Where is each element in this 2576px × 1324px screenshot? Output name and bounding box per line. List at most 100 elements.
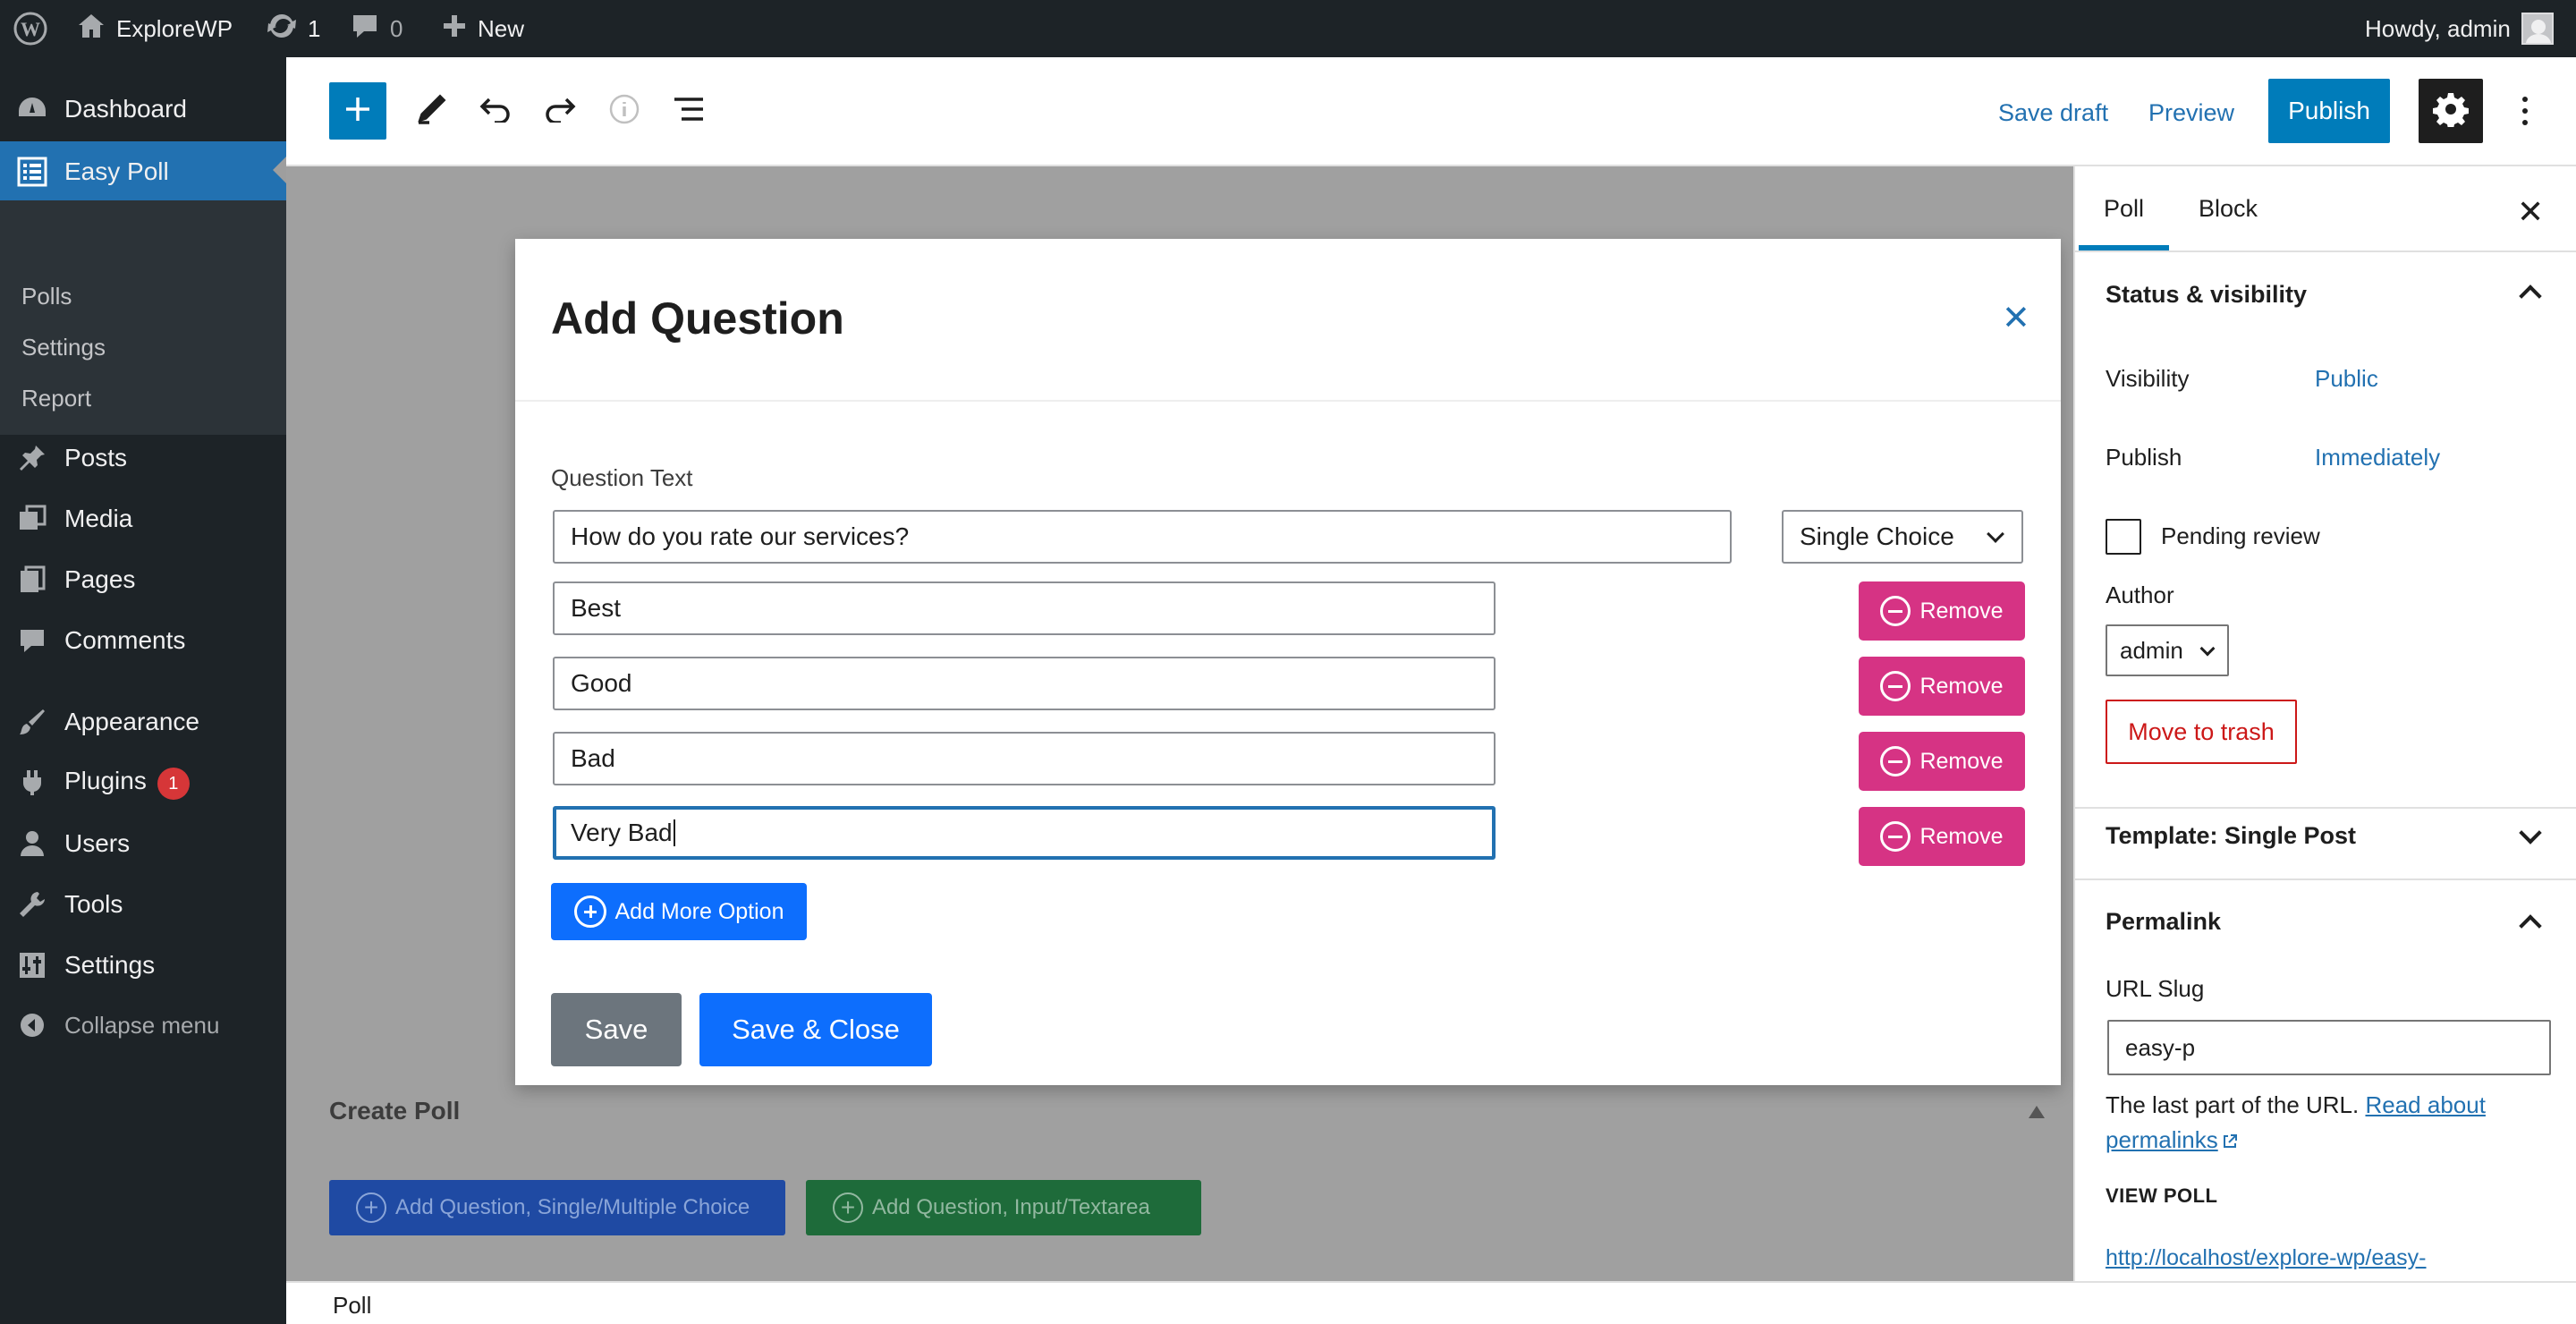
editor-header: Save draft Preview Publish	[286, 57, 2576, 166]
chevron-down-icon	[2199, 641, 2216, 657]
minus-circle-icon	[1880, 596, 1911, 626]
wrench-icon	[16, 888, 48, 921]
pin-icon	[16, 442, 48, 474]
menu-media[interactable]: Media	[0, 490, 286, 547]
move-to-trash-button[interactable]: Move to trash	[2106, 700, 2297, 764]
question-type-select[interactable]: Single Choice	[1782, 510, 2023, 564]
visibility-value[interactable]: Public	[2315, 365, 2378, 393]
menu-users[interactable]: Users	[0, 815, 286, 872]
menu-plugins[interactable]: Plugins 1	[0, 754, 286, 811]
visibility-label: Visibility	[2106, 365, 2190, 392]
menu-comments[interactable]: Comments	[0, 612, 286, 669]
option-input[interactable]: Bad	[553, 732, 1496, 785]
add-choice-question-button[interactable]: + Add Question, Single/Multiple Choice	[329, 1180, 785, 1235]
menu-posts[interactable]: Posts	[0, 429, 286, 487]
minus-circle-icon	[1880, 821, 1911, 852]
question-text-input[interactable]: How do you rate our services?	[553, 510, 1732, 564]
minus-circle-icon	[1880, 671, 1911, 701]
save-and-close-button[interactable]: Save & Close	[699, 993, 932, 1066]
modal-title: Add Question	[551, 293, 844, 344]
tab-block[interactable]: Block	[2199, 166, 2258, 250]
option-input[interactable]: Good	[553, 657, 1496, 710]
publish-date-value[interactable]: Immediately	[2315, 444, 2440, 471]
gear-icon	[2433, 91, 2469, 132]
url-slug-label: URL Slug	[2106, 975, 2205, 1002]
menu-dashboard[interactable]: Dashboard	[0, 81, 286, 138]
url-slug-input[interactable]: easy-p	[2107, 1020, 2551, 1075]
collapse-icon	[16, 1009, 48, 1041]
plugins-update-badge: 1	[157, 767, 190, 800]
chevron-down-icon	[1987, 525, 2004, 543]
list-icon	[16, 156, 48, 188]
close-icon[interactable]: ✕	[2517, 193, 2544, 231]
menu-pages[interactable]: Pages	[0, 551, 286, 608]
remove-option-button[interactable]: Remove	[1859, 732, 2025, 791]
menu-easy-poll[interactable]: Easy Poll	[0, 141, 286, 202]
submenu-report[interactable]: Report	[21, 385, 91, 412]
preview-button[interactable]: Preview	[2148, 82, 2234, 143]
sliders-icon	[16, 949, 48, 981]
undo-button[interactable]	[467, 82, 524, 140]
list-view-icon	[673, 96, 705, 127]
submenu-polls[interactable]: Polls	[21, 283, 72, 310]
comment-icon	[351, 13, 379, 46]
save-button[interactable]: Save	[551, 993, 682, 1066]
wordpress-logo-icon[interactable]: W	[13, 0, 48, 57]
menu-appearance[interactable]: Appearance	[0, 693, 286, 751]
settings-toggle-button[interactable]	[2419, 79, 2483, 143]
menu-tools[interactable]: Tools	[0, 876, 286, 933]
new-content-link[interactable]: New	[442, 0, 524, 57]
plus-circle-icon: +	[356, 1192, 386, 1223]
add-more-option-button[interactable]: Add More Option	[551, 883, 807, 940]
svg-text:W: W	[21, 18, 40, 40]
permalink-title[interactable]: Permalink	[2106, 908, 2221, 936]
divider	[515, 400, 2061, 402]
dashboard-icon	[16, 93, 48, 125]
plug-icon	[16, 767, 48, 799]
admin-sidebar: Dashboard Easy Poll Polls Settings Repor…	[0, 57, 286, 1324]
remove-option-button[interactable]: Remove	[1859, 581, 2025, 641]
external-link-icon	[2223, 1134, 2237, 1148]
publish-button[interactable]: Publish	[2268, 79, 2390, 143]
status-visibility-title[interactable]: Status & visibility	[2106, 281, 2307, 309]
user-icon	[16, 828, 48, 860]
submenu-settings[interactable]: Settings	[21, 334, 106, 361]
chevron-up-icon[interactable]	[2519, 914, 2542, 938]
avatar	[2521, 13, 2554, 45]
collapse-caret-icon[interactable]	[2029, 1106, 2045, 1118]
option-input-focused[interactable]: Very Bad	[553, 806, 1496, 860]
tab-poll[interactable]: Poll	[2078, 166, 2170, 250]
home-icon	[77, 13, 106, 46]
plus-icon	[442, 13, 467, 45]
collapse-menu-button[interactable]: Collapse menu	[0, 997, 286, 1054]
redo-button[interactable]	[531, 82, 589, 140]
template-panel-title[interactable]: Template: Single Post	[2106, 822, 2356, 850]
easy-poll-submenu: Polls Settings Report	[0, 200, 286, 435]
view-poll-link[interactable]: http://localhost/explore-wp/easy-	[2106, 1245, 2427, 1271]
save-draft-button[interactable]: Save draft	[1998, 82, 2108, 143]
breadcrumb-poll[interactable]: Poll	[333, 1292, 371, 1320]
my-account-link[interactable]: Howdy, admin	[2365, 0, 2554, 57]
updates-link[interactable]: 1	[267, 0, 320, 57]
add-input-question-button[interactable]: + Add Question, Input/Textarea	[806, 1180, 1201, 1235]
site-name-link[interactable]: ExploreWP	[77, 0, 233, 57]
close-icon[interactable]: ✕	[2002, 301, 2030, 335]
pencil-icon	[415, 93, 447, 130]
option-input[interactable]: Best	[553, 581, 1496, 635]
details-button[interactable]	[596, 82, 653, 140]
plus-icon	[343, 94, 373, 129]
remove-option-button[interactable]: Remove	[1859, 807, 2025, 866]
tools-button[interactable]	[402, 82, 460, 140]
list-view-button[interactable]	[660, 82, 717, 140]
remove-option-button[interactable]: Remove	[1859, 657, 2025, 716]
chevron-up-icon[interactable]	[2519, 284, 2542, 308]
comments-link[interactable]: 0	[351, 0, 402, 57]
pending-review-checkbox[interactable]	[2106, 519, 2141, 555]
more-options-button[interactable]	[2512, 84, 2538, 138]
block-inserter-button[interactable]	[329, 82, 386, 140]
settings-sidebar: Poll Block ✕ Status & visibility Visibil…	[2073, 166, 2576, 1281]
brush-icon	[16, 706, 48, 738]
author-select[interactable]: admin	[2106, 624, 2229, 676]
chevron-down-icon[interactable]	[2519, 821, 2542, 844]
menu-settings[interactable]: Settings	[0, 937, 286, 994]
